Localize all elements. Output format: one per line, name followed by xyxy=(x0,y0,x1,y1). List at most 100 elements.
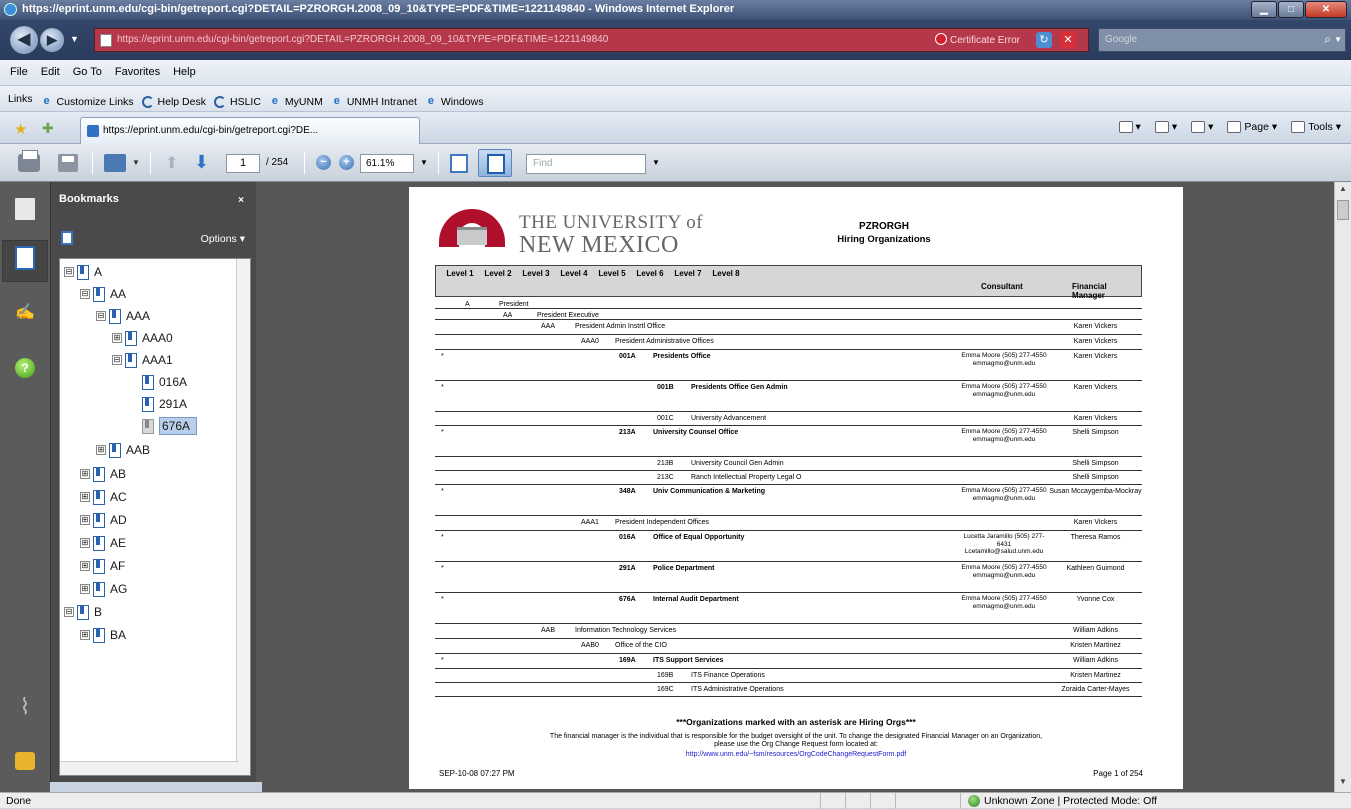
forward-button[interactable]: ▶ xyxy=(40,28,64,52)
bookmark-item[interactable]: 016A xyxy=(142,372,187,392)
page-menu-button[interactable]: Page ▾ xyxy=(1227,121,1277,133)
bookmarks-vertical-scrollbar[interactable] xyxy=(236,259,250,775)
collapse-toggle[interactable]: ⊟ xyxy=(80,289,90,299)
bookmark-item[interactable]: ⊞ BA xyxy=(80,625,126,645)
link-customize-links[interactable]: e Customize Links xyxy=(41,93,133,111)
bookmark-item[interactable]: ⊟ AA xyxy=(80,284,126,304)
bookmark-item[interactable]: ⊟ A xyxy=(64,262,102,282)
org-change-request-link[interactable]: http://www.unm.edu/~fsm/resources/OrgCod… xyxy=(409,751,1183,758)
zoom-input[interactable]: 61.1% xyxy=(360,154,414,173)
close-button[interactable]: ✕ xyxy=(1305,1,1347,18)
help-icon[interactable]: ? xyxy=(15,358,35,378)
expand-toggle[interactable]: ⊞ xyxy=(80,469,90,479)
collaborate-icon[interactable] xyxy=(104,154,126,172)
expand-toggle[interactable]: ⊞ xyxy=(96,445,106,455)
bookmark-item[interactable]: ⊞ AD xyxy=(80,510,127,530)
comments-icon[interactable] xyxy=(15,752,35,770)
bookmark-icon xyxy=(109,308,121,324)
fit-page-button[interactable] xyxy=(450,154,468,173)
scroll-thumb[interactable] xyxy=(1337,200,1349,220)
scroll-down-icon[interactable]: ▼ xyxy=(1339,777,1347,786)
bookmark-item[interactable]: ⊟ B xyxy=(64,602,102,622)
pdf-toolbar: ▼ ⬆ ⬇ 1 / 254 − + 61.1% ▼ Find ▼ xyxy=(0,144,1351,182)
close-bookmarks-button[interactable]: × xyxy=(238,195,244,206)
menu-help[interactable]: Help xyxy=(173,66,196,85)
bookmark-item[interactable]: 291A xyxy=(142,394,187,414)
feeds-button[interactable]: ▾ xyxy=(1154,121,1177,133)
collapse-toggle[interactable]: ⊟ xyxy=(96,311,106,321)
menu-file[interactable]: File xyxy=(10,66,28,85)
expand-toggle[interactable]: ⊞ xyxy=(80,584,90,594)
minimize-button[interactable]: ▁ xyxy=(1251,1,1277,18)
expand-toggle[interactable]: ⊞ xyxy=(112,333,122,343)
recent-pages-dropdown[interactable]: ▼ xyxy=(70,34,79,44)
back-button[interactable]: ◀ xyxy=(10,26,38,54)
fit-width-button[interactable] xyxy=(478,149,512,177)
next-page-button[interactable]: ⬇ xyxy=(194,152,209,173)
zoom-out-button[interactable]: − xyxy=(316,155,331,170)
add-favorites-icon[interactable]: ✚ xyxy=(42,120,54,137)
home-button[interactable]: ▾ xyxy=(1118,121,1141,133)
link-myunm[interactable]: e MyUNM xyxy=(269,93,323,111)
bookmark-item[interactable]: ⊞ AF xyxy=(80,556,125,576)
favorites-star-icon[interactable]: ★ xyxy=(14,120,27,138)
tools-menu-button[interactable]: Tools ▾ xyxy=(1291,121,1341,133)
certificate-error-button[interactable]: Certificate Error xyxy=(934,33,1020,46)
scroll-up-icon[interactable]: ▲ xyxy=(1339,184,1347,193)
search-input[interactable]: Google ⌕ ▼ xyxy=(1098,28,1346,52)
page-number-input[interactable]: 1 xyxy=(226,154,260,173)
bookmark-item-selected[interactable]: 676A xyxy=(142,416,198,436)
link-hslic[interactable]: HSLIC xyxy=(213,93,261,111)
print-button[interactable]: ▾ xyxy=(1191,121,1213,133)
link-unmh-intranet[interactable]: e UNMH Intranet xyxy=(331,93,417,111)
financial-manager: Kristen Martinez xyxy=(1070,642,1121,649)
menu-edit[interactable]: Edit xyxy=(41,66,60,85)
level-header: Level 7 xyxy=(674,269,702,278)
menu-goto[interactable]: Go To xyxy=(73,66,102,85)
pages-icon[interactable] xyxy=(15,198,35,220)
bookmark-item[interactable]: ⊞ AE xyxy=(80,533,126,553)
save-icon[interactable] xyxy=(58,154,78,172)
bookmarks-horizontal-scrollbar[interactable] xyxy=(60,761,238,775)
zoom-dropdown-icon[interactable]: ▼ xyxy=(420,158,428,167)
link-help-desk[interactable]: Help Desk xyxy=(141,93,206,111)
attachments-icon[interactable]: ⌇ xyxy=(15,694,35,719)
collapse-toggle[interactable]: ⊟ xyxy=(64,267,74,277)
bookmark-item[interactable]: ⊟ AAA xyxy=(96,306,150,326)
search-icon[interactable]: ⌕ xyxy=(1324,32,1331,47)
expand-toggle[interactable]: ⊞ xyxy=(80,515,90,525)
tab-current[interactable]: https://eprint.unm.edu/cgi-bin/getreport… xyxy=(80,117,420,144)
collapse-toggle[interactable]: ⊟ xyxy=(64,607,74,617)
link-windows[interactable]: e Windows xyxy=(425,93,484,111)
find-dropdown-icon[interactable]: ▼ xyxy=(652,158,660,167)
new-bookmark-icon[interactable] xyxy=(61,231,73,245)
bookmark-item[interactable]: ⊞ AAA0 xyxy=(112,328,173,348)
bookmark-item[interactable]: ⊞ AB xyxy=(80,464,126,484)
bookmark-item[interactable]: ⊟ AAA1 xyxy=(112,350,173,370)
stop-icon[interactable]: ✕ xyxy=(1060,32,1076,48)
expand-toggle[interactable]: ⊞ xyxy=(80,561,90,571)
print-icon[interactable] xyxy=(18,150,40,172)
expand-toggle[interactable]: ⊞ xyxy=(80,538,90,548)
bookmark-item[interactable]: ⊞ AAB xyxy=(96,440,150,460)
address-bar[interactable]: https://eprint.unm.edu/cgi-bin/getreport… xyxy=(94,28,1089,52)
expand-toggle[interactable]: ⊞ xyxy=(80,630,90,640)
report-row: * 016A Office of Equal Opportunity Lucetta … xyxy=(435,532,1142,562)
bookmark-item[interactable]: ⊞ AG xyxy=(80,579,127,599)
collaborate-dropdown-icon[interactable]: ▼ xyxy=(132,158,140,167)
maximize-button[interactable]: □ xyxy=(1278,1,1304,18)
expand-toggle[interactable]: ⊞ xyxy=(80,492,90,502)
zoom-in-button[interactable]: + xyxy=(339,155,354,170)
bookmarks-icon[interactable] xyxy=(15,246,35,270)
bookmarks-options-button[interactable]: Options ▾ xyxy=(201,233,245,245)
security-zone[interactable]: Unknown Zone | Protected Mode: Off xyxy=(968,795,1157,807)
bookmark-item[interactable]: ⊞ AC xyxy=(80,487,127,507)
find-input[interactable]: Find xyxy=(526,154,646,174)
menu-favorites[interactable]: Favorites xyxy=(115,66,160,85)
refresh-icon[interactable]: ↻ xyxy=(1036,32,1052,48)
document-scrollbar[interactable]: ▲ ▼ xyxy=(1334,182,1351,792)
signatures-icon[interactable]: ✍ xyxy=(15,302,35,321)
search-dropdown-icon[interactable]: ▼ xyxy=(1334,35,1342,44)
collapse-toggle[interactable]: ⊟ xyxy=(112,355,122,365)
previous-page-button[interactable]: ⬆ xyxy=(165,153,178,173)
